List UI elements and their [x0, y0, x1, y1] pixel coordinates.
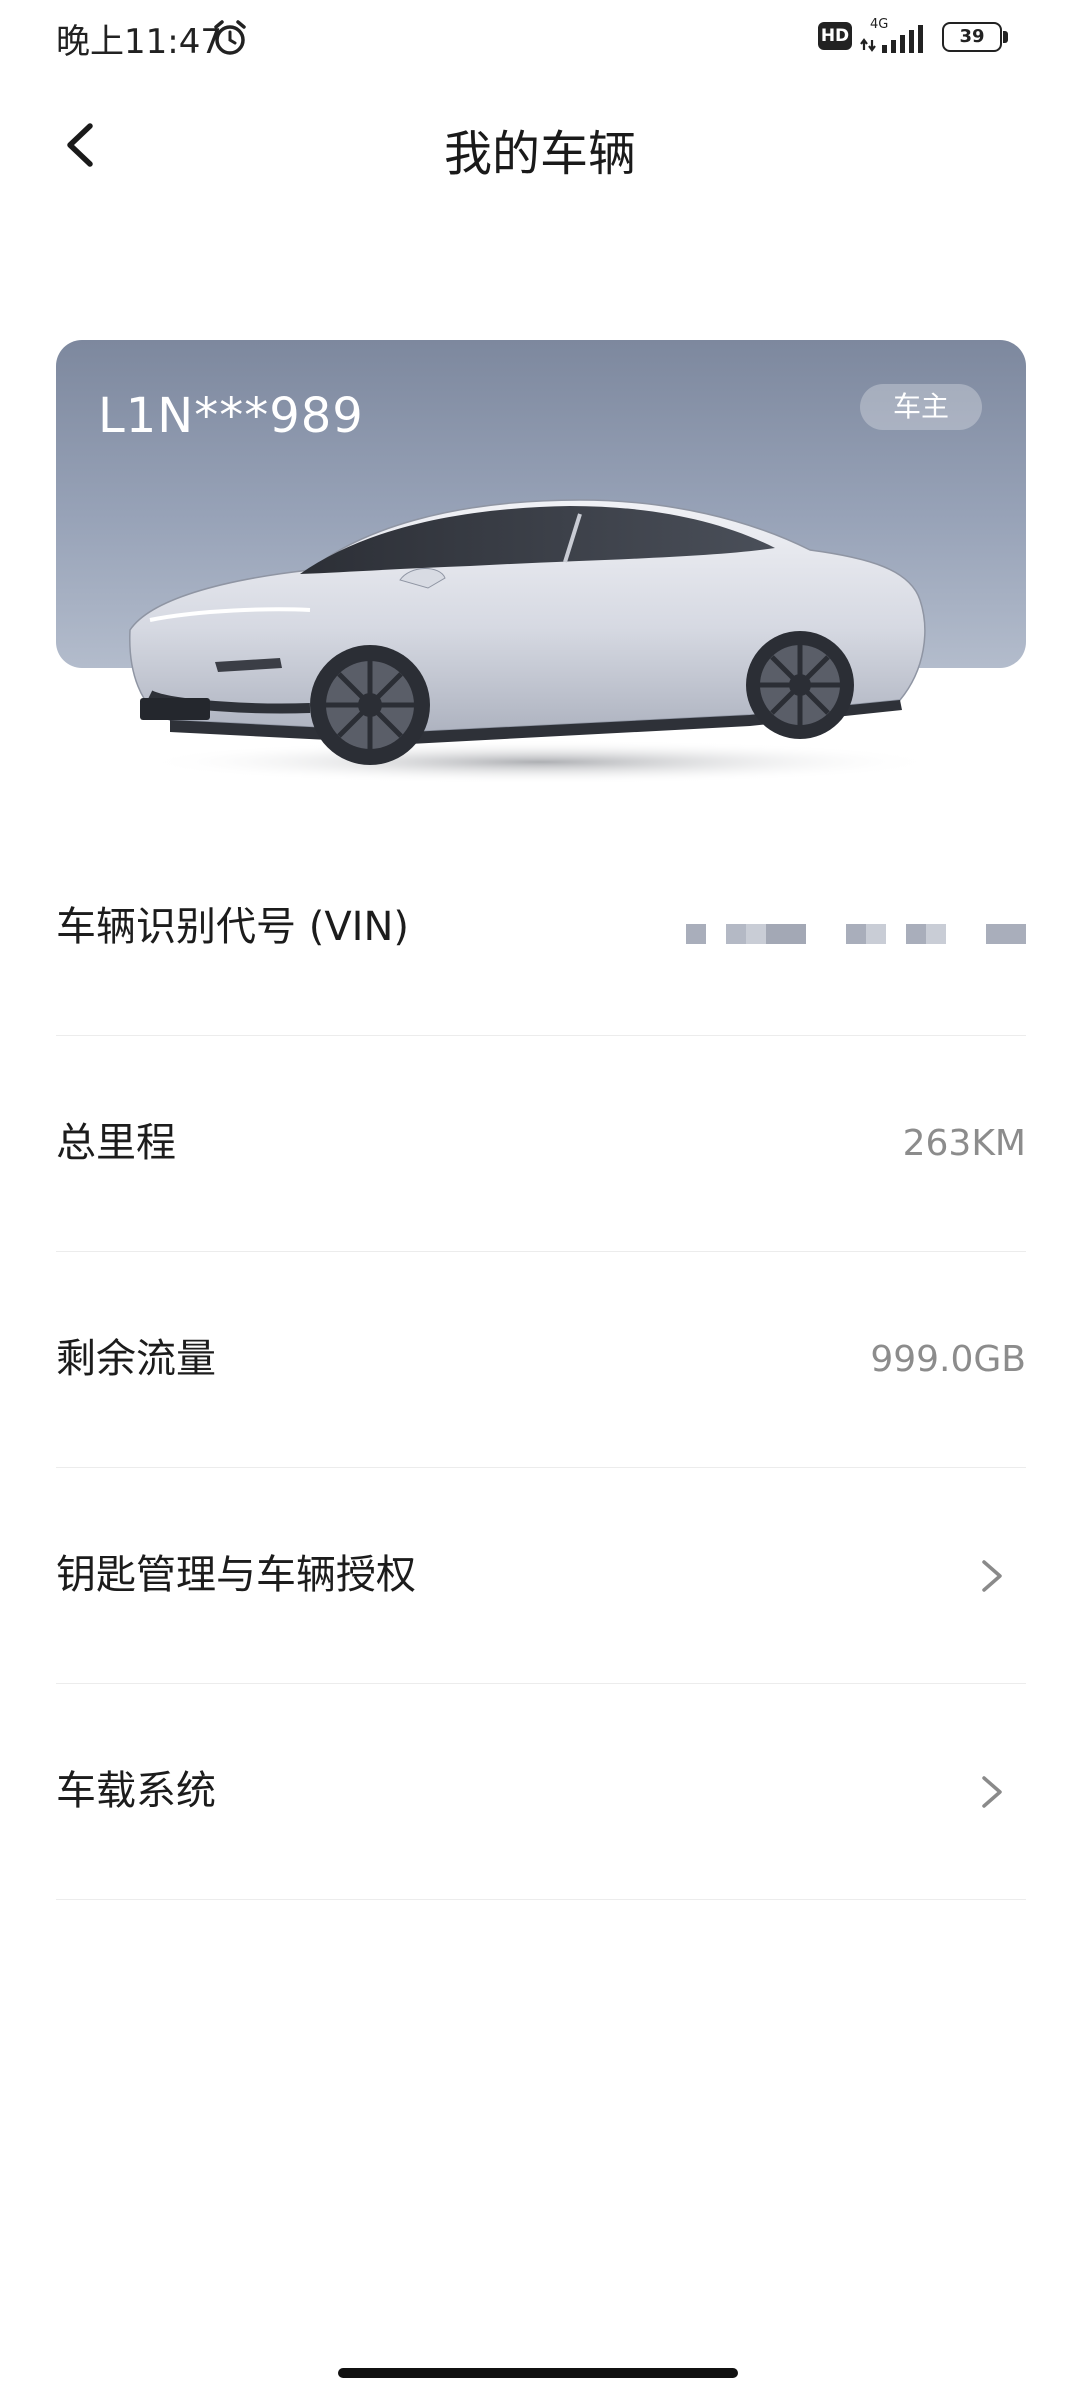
row-data-label: 剩余流量 [56, 1336, 216, 1382]
vin-mask-block [746, 924, 766, 944]
vin-mask-block [866, 924, 886, 944]
row-data-value: 999.0GB [870, 1339, 1026, 1380]
row-mileage-value: 263KM [902, 1123, 1026, 1164]
chevron-right-icon [982, 1776, 1002, 1808]
row-infotainment[interactable]: 车载系统 [56, 1684, 1026, 1900]
vin-masked-value [686, 924, 1026, 944]
vehicle-info-list: 车辆识别代号 (VIN) 总里程 263KM 剩余流量 999.0GB 钥匙管理… [56, 820, 1026, 1900]
owner-badge: 车主 [860, 384, 982, 430]
page-title: 我的车辆 [443, 126, 636, 182]
chevron-right-icon [982, 1560, 1002, 1592]
alarm-icon [214, 20, 246, 55]
vin-mask-block [926, 924, 946, 944]
row-data-remaining: 剩余流量 999.0GB [56, 1252, 1026, 1468]
vin-mask-block [986, 924, 1026, 944]
battery-tip [1003, 31, 1008, 43]
row-key-label: 钥匙管理与车辆授权 [56, 1552, 416, 1598]
signal-icon: 4G [860, 17, 923, 53]
vin-mask-block [686, 924, 706, 944]
row-key-management[interactable]: 钥匙管理与车辆授权 [56, 1468, 1026, 1684]
vin-mask-block [726, 924, 746, 944]
car-image [129, 499, 940, 784]
battery-level: 39 [942, 22, 1002, 52]
vin-mask-block [846, 924, 866, 944]
row-infotainment-label: 车载系统 [56, 1768, 216, 1814]
row-vin: 车辆识别代号 (VIN) [56, 820, 1026, 1036]
row-vin-label: 车辆识别代号 (VIN) [56, 904, 410, 950]
vehicle-plate: L1N***989 [98, 388, 364, 444]
status-time: 晚上11:47 [56, 22, 222, 62]
row-mileage: 总里程 263KM [56, 1036, 1026, 1252]
battery-icon: 39 [942, 22, 1010, 52]
row-mileage-label: 总里程 [56, 1120, 176, 1166]
status-bar: 晚上11:47 HD 4G 39 [0, 0, 1080, 80]
vin-mask-block [906, 924, 926, 944]
network-type: 4G [870, 17, 888, 32]
home-indicator[interactable] [338, 2368, 738, 2378]
page-header: 我的车辆 [0, 90, 1080, 200]
vin-mask-block [766, 924, 806, 944]
hd-badge: HD [818, 22, 852, 50]
